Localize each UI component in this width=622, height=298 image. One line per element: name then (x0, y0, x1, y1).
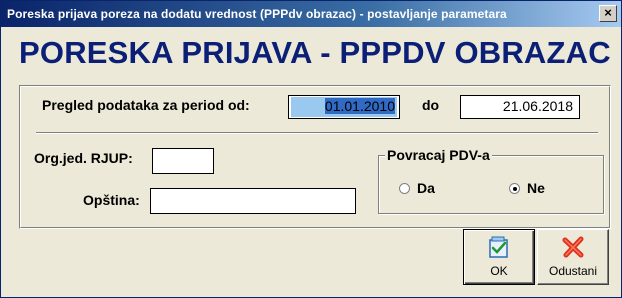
cancel-label: Odustani (548, 264, 598, 278)
close-icon: × (604, 5, 612, 20)
ok-button[interactable]: OK (463, 229, 535, 285)
radio-ne-dot (513, 187, 517, 191)
cancel-button[interactable]: Odustani (537, 229, 609, 285)
rjup-input[interactable] (152, 148, 214, 174)
povracaj-legend: Povracaj PDV-a (385, 147, 492, 163)
rjup-label: Org.jed. RJUP: (34, 150, 133, 166)
dialog-window: Poreska prijava poreza na dodatu vrednos… (0, 0, 622, 298)
check-document-icon (489, 236, 508, 258)
opstina-input[interactable] (150, 188, 356, 214)
title-bar[interactable]: Poreska prijava poreza na dodatu vrednos… (1, 1, 621, 27)
period-label: Pregled podataka za period od: (42, 97, 250, 113)
radio-da-label[interactable]: Da (417, 180, 435, 196)
opstina-label: Opština: (83, 192, 140, 208)
parameters-panel: Pregled podataka za period od: 01.01.201… (19, 85, 611, 229)
period-from-value: 01.01.2010 (324, 98, 395, 114)
radio-ne[interactable] (509, 183, 520, 194)
divider (36, 132, 598, 134)
ok-label: OK (490, 264, 508, 278)
povracaj-groupbox: Povracaj PDV-a Da Ne (378, 147, 604, 214)
period-from-input[interactable]: 01.01.2010 (288, 95, 400, 119)
page-title: PORESKA PRIJAVA - PPPDV OBRAZAC (19, 35, 611, 70)
radio-ne-label[interactable]: Ne (527, 180, 545, 196)
period-to-input[interactable]: 21.06.2018 (460, 95, 580, 119)
radio-da[interactable] (399, 183, 410, 194)
period-to-label: do (422, 97, 440, 113)
red-x-icon (562, 236, 584, 258)
window-title: Poreska prijava poreza na dodatu vrednos… (7, 7, 507, 21)
close-button[interactable]: × (599, 5, 617, 22)
